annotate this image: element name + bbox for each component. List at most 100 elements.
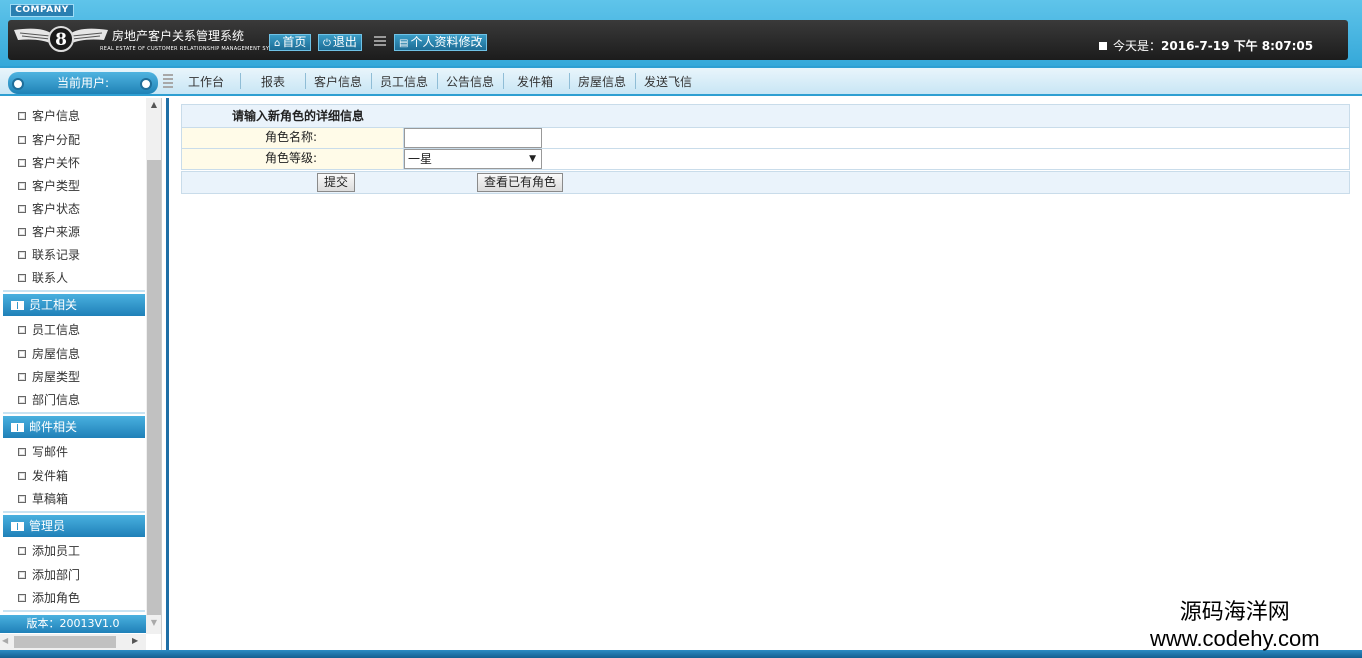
sidebar-item-house-info[interactable]: 房屋信息	[18, 345, 80, 362]
sidebar-section-admin[interactable]: 管理员	[3, 515, 145, 537]
sidebar-item-label: 客户信息	[32, 109, 81, 123]
sidebar-item-label: 添加角色	[32, 591, 81, 605]
sidebar-item-label: 发件箱	[32, 469, 69, 483]
sidebar-item-customer-status[interactable]: 客户状态	[18, 200, 80, 217]
view-roles-button[interactable]: 查看已有角色	[477, 173, 564, 192]
nav-separator	[305, 73, 306, 89]
nav-item-employees[interactable]: 员工信息	[380, 73, 428, 90]
scroll-up-arrow-icon[interactable]: ▲	[146, 100, 161, 114]
exit-label: 退出	[332, 35, 357, 49]
scroll-down-arrow-icon[interactable]: ▼	[146, 618, 161, 632]
sidebar-menu: 客户信息 客户分配 客户关怀 客户类型 客户状态 客户来源 联系记录 联系人 员…	[0, 98, 146, 618]
sidebar-item-customer-care[interactable]: 客户关怀	[18, 154, 80, 171]
current-user-label: 当前用户:	[56, 76, 110, 90]
sidebar-item-drafts[interactable]: 草稿箱	[18, 490, 68, 507]
sidebar-horizontal-scrollbar[interactable]: ◀ ▶	[0, 634, 146, 650]
sidebar-item-write-mail[interactable]: 写邮件	[18, 443, 68, 460]
system-subtitle: REAL ESTATE OF CUSTOMER RELATIONSHIP MAN…	[100, 46, 285, 52]
user-knob-right-icon	[140, 78, 152, 90]
today-value: 2016-7-19 下午 8:07:05	[1161, 39, 1314, 53]
watermark-url: www.codehy.com	[1150, 626, 1320, 651]
sidebar-item-contact-records[interactable]: 联系记录	[18, 246, 80, 263]
sidebar-section-title: 员工相关	[29, 298, 78, 312]
scroll-right-arrow-icon[interactable]: ▶	[132, 636, 138, 645]
sidebar-item-label: 写邮件	[32, 445, 69, 459]
sidebar: 客户信息 客户分配 客户关怀 客户类型 客户状态 客户来源 联系记录 联系人 员…	[0, 98, 162, 650]
role-name-row: 角色名称:	[181, 128, 1350, 149]
home-button[interactable]: ⌂ 首页	[269, 34, 312, 51]
sidebar-item-add-department[interactable]: 添加部门	[18, 566, 80, 583]
role-name-input[interactable]	[404, 128, 542, 148]
watermark: 源码海洋网 www.codehy.com	[1150, 600, 1320, 652]
doc-icon	[18, 112, 26, 120]
svg-text:8: 8	[55, 30, 67, 50]
nav-item-workbench[interactable]: 工作台	[188, 73, 224, 90]
square-bullet-icon	[1099, 42, 1107, 50]
sidebar-item-house-type[interactable]: 房屋类型	[18, 368, 80, 385]
nav-separator	[635, 73, 636, 89]
sidebar-section-employee[interactable]: 员工相关	[3, 294, 145, 316]
role-level-label: 角色等级:	[182, 149, 404, 169]
sidebar-item-label: 员工信息	[32, 323, 81, 337]
sidebar-item-department-info[interactable]: 部门信息	[18, 391, 80, 408]
submit-button[interactable]: 提交	[317, 173, 356, 192]
nav-item-houses[interactable]: 房屋信息	[578, 73, 626, 90]
sidebar-item-label: 联系人	[32, 271, 69, 285]
nav-item-customers[interactable]: 客户信息	[314, 73, 362, 90]
doc-icon	[18, 571, 26, 579]
sidebar-item-customer-info[interactable]: 客户信息	[18, 107, 80, 124]
exit-button[interactable]: ⏻ 退出	[318, 34, 362, 51]
sidebar-item-customer-assign[interactable]: 客户分配	[18, 131, 80, 148]
sidebar-item-employee-info[interactable]: 员工信息	[18, 321, 80, 338]
doc-icon	[18, 373, 26, 381]
scroll-thumb[interactable]	[14, 636, 116, 648]
sidebar-section-title: 邮件相关	[29, 420, 78, 434]
doc-icon	[18, 472, 26, 480]
nav-item-send-fetion[interactable]: 发送飞信	[644, 73, 692, 90]
profile-edit-label: 个人资料修改	[410, 35, 483, 49]
menu-grip-icon	[374, 36, 386, 48]
nav-item-reports[interactable]: 报表	[261, 73, 285, 90]
form-title: 请输入新角色的详细信息	[181, 104, 1350, 128]
section-divider	[3, 610, 145, 612]
nav-item-outbox[interactable]: 发件箱	[517, 73, 553, 90]
document-icon: ▤	[399, 38, 409, 49]
frame-divider[interactable]	[166, 98, 169, 650]
sidebar-item-label: 客户来源	[32, 225, 81, 239]
doc-icon	[18, 182, 26, 190]
watermark-cn: 源码海洋网	[1179, 600, 1290, 625]
sidebar-item-outbox[interactable]: 发件箱	[18, 467, 68, 484]
user-knob-left-icon	[12, 78, 24, 90]
company-tag: COMPANY	[10, 4, 74, 17]
doc-icon	[18, 326, 26, 334]
sidebar-section-mail[interactable]: 邮件相关	[3, 416, 145, 438]
nav-separator	[503, 73, 504, 89]
sidebar-item-add-employee[interactable]: 添加员工	[18, 542, 80, 559]
sidebar-item-label: 房屋信息	[32, 347, 81, 361]
role-level-select[interactable]: 一星 ▼	[404, 149, 542, 169]
sidebar-item-label: 添加员工	[32, 544, 81, 558]
sidebar-item-label: 草稿箱	[32, 492, 69, 506]
sidebar-item-add-role[interactable]: 添加角色	[18, 589, 80, 606]
role-level-row: 角色等级: 一星 ▼	[181, 149, 1350, 170]
nav-item-announcements[interactable]: 公告信息	[446, 73, 494, 90]
sidebar-item-label: 房屋类型	[32, 370, 81, 384]
sidebar-vertical-scrollbar[interactable]: ▲ ▼	[146, 98, 161, 634]
profile-edit-button[interactable]: ▤ 个人资料修改	[394, 34, 488, 51]
power-icon: ⏻	[323, 38, 331, 49]
nav-separator	[371, 73, 372, 89]
version-bar: 版本：20013V1.0	[0, 615, 146, 633]
section-divider	[3, 511, 145, 513]
doc-icon	[18, 396, 26, 404]
sidebar-item-contacts[interactable]: 联系人	[18, 269, 68, 286]
doc-icon	[18, 594, 26, 602]
book-icon	[11, 423, 24, 432]
scroll-thumb[interactable]	[147, 160, 161, 615]
doc-icon	[18, 495, 26, 503]
form-button-row: 提交 查看已有角色	[181, 171, 1350, 194]
sidebar-item-customer-source[interactable]: 客户来源	[18, 223, 80, 240]
scroll-left-arrow-icon[interactable]: ◀	[2, 636, 8, 645]
doc-icon	[18, 547, 26, 555]
current-user-badge: 当前用户:	[8, 72, 158, 94]
sidebar-item-customer-type[interactable]: 客户类型	[18, 177, 80, 194]
